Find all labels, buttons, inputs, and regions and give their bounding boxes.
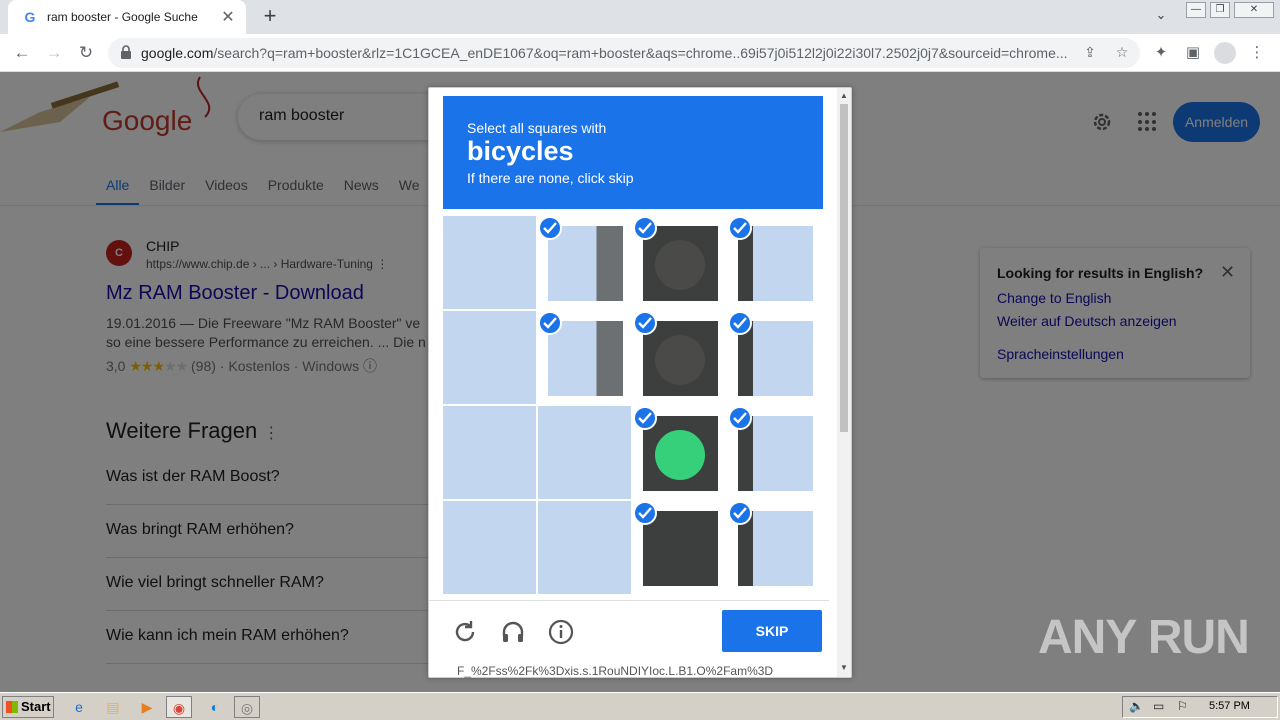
challenge-tile[interactable] [728, 406, 821, 499]
challenge-tile[interactable] [538, 311, 631, 404]
tab-search-chevron-icon[interactable]: ⌄ [1152, 7, 1170, 25]
profile-avatar-icon[interactable] [1214, 42, 1236, 64]
action-center-flag-icon[interactable]: ⚐ [1177, 699, 1188, 713]
edge-icon[interactable]: ◐ [202, 696, 228, 718]
skip-button[interactable]: SKIP [722, 610, 822, 652]
internet-explorer-icon[interactable]: e [66, 696, 92, 718]
scroll-down-icon[interactable]: ▼ [840, 663, 848, 672]
tile-image [548, 226, 623, 301]
app-taskbar-icon[interactable]: ◎ [234, 696, 260, 718]
tab-title: ram booster - Google Suche [47, 10, 198, 24]
lamp-shape [655, 240, 705, 290]
lamp-shape [655, 335, 705, 385]
challenge-footer-text: F_%2Fss%2Fk%3Dxis.s.1RouNDIYIoc.L.B1.O%2… [457, 664, 774, 678]
challenge-tile[interactable] [538, 501, 631, 594]
google-favicon-icon: G [24, 9, 36, 25]
challenge-instruction: Select all squares with [467, 120, 607, 136]
volume-icon[interactable]: 🔈 [1129, 699, 1144, 713]
challenge-hint: If there are none, click skip [467, 170, 634, 186]
challenge-divider [429, 600, 829, 601]
lamp-shape [655, 430, 705, 480]
lock-icon [121, 45, 131, 59]
forward-arrow-icon[interactable]: → [42, 41, 66, 65]
checkmark-icon [538, 311, 562, 335]
tile-image [548, 321, 623, 396]
scroll-up-icon[interactable]: ▲ [840, 91, 848, 100]
challenge-tile[interactable] [633, 311, 726, 404]
windows-flag-icon [6, 701, 18, 713]
address-bar[interactable]: google.com/search?q=ram+booster&rlz=1C1G… [108, 38, 1140, 68]
challenge-tile[interactable] [538, 216, 631, 309]
reload-challenge-icon[interactable] [451, 618, 479, 646]
browser-menu-icon[interactable]: ⋮ [1246, 42, 1268, 64]
challenge-tile-grid [443, 216, 823, 594]
challenge-tile[interactable] [443, 311, 536, 404]
restore-button[interactable]: ❐ [1210, 2, 1230, 18]
back-arrow-icon[interactable]: ← [10, 41, 34, 65]
url-text: google.com/search?q=ram+booster&rlz=1C1G… [141, 45, 1068, 61]
challenge-tile[interactable] [728, 311, 821, 404]
anyrun-watermark: ANY RUN [1038, 611, 1250, 664]
browser-toolbar: ← → ↻ google.com/search?q=ram+booster&rl… [0, 34, 1280, 72]
audio-challenge-icon[interactable] [499, 618, 527, 646]
tile-image [538, 501, 631, 594]
scroll-thumb[interactable] [840, 104, 848, 432]
minimize-button[interactable]: — [1186, 2, 1206, 18]
new-tab-button[interactable]: + [258, 4, 282, 28]
tile-image [643, 321, 718, 396]
browser-tab[interactable]: G ram booster - Google Suche ✕ [8, 0, 246, 34]
challenge-tile[interactable] [633, 216, 726, 309]
tile-image [738, 416, 813, 491]
checkmark-icon [633, 311, 657, 335]
share-icon[interactable]: ⇪ [1081, 44, 1099, 62]
challenge-target: bicycles [467, 136, 574, 166]
challenge-tile[interactable] [443, 216, 536, 309]
tile-image [538, 406, 631, 499]
challenge-tile[interactable] [728, 501, 821, 594]
checkmark-icon [538, 216, 562, 240]
tile-image [443, 406, 536, 499]
challenge-header: Select all squares with bicycles If ther… [443, 96, 823, 209]
clock: 5:57 PM [1209, 700, 1250, 712]
tile-image [443, 311, 536, 404]
tile-image [643, 511, 718, 586]
challenge-tile[interactable] [633, 406, 726, 499]
side-panel-icon[interactable]: ▣ [1182, 42, 1204, 64]
extensions-puzzle-icon[interactable]: ✦ [1150, 42, 1172, 64]
tile-image [738, 226, 813, 301]
tile-image [738, 511, 813, 586]
tile-image [738, 321, 813, 396]
checkmark-icon [728, 501, 752, 525]
tile-image [443, 216, 536, 309]
chrome-taskbar-icon[interactable]: ◉ [166, 696, 192, 718]
system-tray: 🔈 ▭ ⚐ 5:57 PM [1122, 696, 1278, 718]
info-icon[interactable] [547, 618, 575, 646]
windows-taskbar: Start e ▤ ▶ ◉ ◐ ◎ 🔈 ▭ ⚐ 5:57 PM [0, 692, 1280, 720]
checkmark-icon [728, 216, 752, 240]
challenge-tile[interactable] [728, 216, 821, 309]
bookmark-star-icon[interactable]: ☆ [1113, 44, 1131, 62]
checkmark-icon [633, 501, 657, 525]
challenge-tile[interactable] [443, 501, 536, 594]
reload-icon[interactable]: ↻ [74, 41, 98, 65]
tab-strip: G ram booster - Google Suche ✕ + ⌄ — ❐ ✕ [0, 0, 1280, 34]
checkmark-icon [728, 406, 752, 430]
challenge-tile[interactable] [443, 406, 536, 499]
challenge-scrollbar[interactable]: ▲ ▼ [837, 88, 851, 677]
challenge-tile[interactable] [538, 406, 631, 499]
checkmark-icon [728, 311, 752, 335]
checkmark-icon [633, 216, 657, 240]
recaptcha-challenge: Select all squares with bicycles If ther… [428, 87, 852, 678]
close-tab-icon[interactable]: ✕ [220, 7, 236, 27]
tile-image [443, 501, 536, 594]
tile-image [643, 416, 718, 491]
checkmark-icon [633, 406, 657, 430]
challenge-tile[interactable] [633, 501, 726, 594]
network-icon[interactable]: ▭ [1153, 699, 1164, 713]
tile-image [643, 226, 718, 301]
close-window-button[interactable]: ✕ [1234, 2, 1274, 18]
media-player-icon[interactable]: ▶ [134, 696, 160, 718]
file-explorer-icon[interactable]: ▤ [100, 696, 126, 718]
start-button[interactable]: Start [2, 696, 54, 718]
